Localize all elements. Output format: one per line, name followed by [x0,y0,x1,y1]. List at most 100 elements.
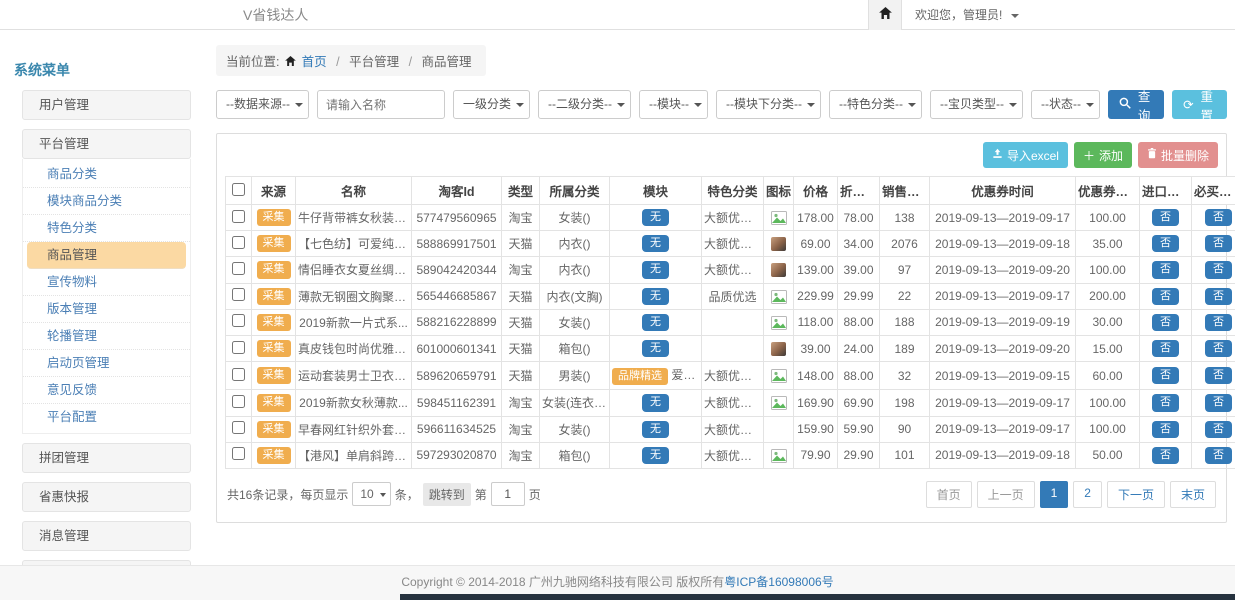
filter-bar: --数据来源-- 一级分类 --二级分类-- --模块-- --模块下分类-- … [216,90,1227,119]
row-checkbox[interactable] [232,368,245,381]
product-photo [771,342,786,356]
price: 69.00 [794,231,838,257]
table-row: 采集薄款无钢圈文胸聚拢性...565446685867天猫内衣(文胸)无品质优选… [226,283,1235,309]
sidebar-subitem-5[interactable]: 版本管理 [23,296,190,323]
product-name: 情侣睡衣女夏丝绸男士... [296,257,412,283]
home-button[interactable] [868,0,902,30]
product-photo [771,263,786,277]
row-checkbox[interactable] [232,314,245,327]
row-checkbox[interactable] [232,341,245,354]
chevron-down-icon [295,103,303,107]
import-select-toggle[interactable]: 否 [1152,314,1179,331]
row-checkbox[interactable] [232,421,245,434]
import-select-toggle[interactable]: 否 [1152,288,1179,305]
import-select-toggle[interactable]: 否 [1152,235,1179,252]
page-number-input[interactable] [491,482,525,506]
chevron-down-icon [1011,14,1019,18]
sidebar-item-platform-mgmt[interactable]: 平台管理 [22,129,191,159]
filter-select-status[interactable]: --状态-- [1031,90,1100,119]
import-select-toggle[interactable]: 否 [1152,367,1179,384]
sidebar-subitem-7[interactable]: 启动页管理 [23,350,190,377]
sidebar-subitem-2[interactable]: 特色分类 [23,215,190,242]
product-name: 2019新款女秋薄款... [296,390,412,416]
sidebar-subitem-6[interactable]: 轮播管理 [23,323,190,350]
source-badge: 采集 [257,340,291,357]
row-checkbox[interactable] [232,210,245,223]
reset-button[interactable]: ⟳ 重置 [1172,90,1227,119]
import-select-toggle[interactable]: 否 [1152,209,1179,226]
filter-select-module-subcategory[interactable]: --模块下分类-- [716,90,821,119]
must-buy-toggle[interactable]: 否 [1205,340,1232,357]
table-row: 采集2019新款女秋薄款...598451162391淘宝女装(连衣裙)无大额优… [226,390,1235,416]
page-button-2[interactable]: 1 [1040,481,1069,508]
must-buy-toggle[interactable]: 否 [1205,314,1232,331]
row-checkbox[interactable] [232,262,245,275]
breadcrumb-item[interactable]: 商品管理 [422,55,472,69]
row-checkbox[interactable] [232,288,245,301]
filter-select-data-source[interactable]: --数据来源-- [216,90,309,119]
select-all-checkbox[interactable] [232,183,245,196]
filter-select-item-type[interactable]: --宝贝类型-- [930,90,1023,119]
sidebar-subitem-0[interactable]: 商品分类 [23,161,190,188]
import-select-toggle[interactable]: 否 [1152,261,1179,278]
breadcrumb-home-link[interactable]: 首页 [302,55,327,69]
import-select-toggle[interactable]: 否 [1152,421,1179,438]
top-header: V省钱达人 欢迎您，管理员! [0,0,1235,30]
sidebar-item-bottom-0[interactable]: 拼团管理 [22,443,191,473]
must-buy-toggle[interactable]: 否 [1205,367,1232,384]
discount-price: 24.00 [838,335,880,361]
must-buy-toggle[interactable]: 否 [1205,421,1232,438]
sidebar-subitem-3[interactable]: 商品管理 [27,242,186,269]
must-buy-toggle[interactable]: 否 [1205,288,1232,305]
sidebar-subitem-4[interactable]: 宣传物料 [23,269,190,296]
must-buy-toggle[interactable]: 否 [1205,209,1232,226]
feature-category: 大额优惠券 [702,257,764,283]
page-button-4[interactable]: 下一页 [1107,481,1165,508]
import-select-toggle[interactable]: 否 [1152,394,1179,411]
chevron-down-icon [1009,103,1017,107]
row-checkbox[interactable] [232,447,245,460]
page-button-3[interactable]: 2 [1073,481,1102,508]
per-page-select[interactable]: 10 [352,482,390,506]
import-select-toggle[interactable]: 否 [1152,340,1179,357]
filter-select-level1-category[interactable]: 一级分类 [453,90,530,119]
chevron-down-icon [1086,103,1094,107]
filter-select-module[interactable]: --模块-- [639,90,708,119]
page-button-5[interactable]: 末页 [1170,481,1216,508]
page-button-0[interactable]: 首页 [926,481,972,508]
must-buy-toggle[interactable]: 否 [1205,235,1232,252]
batch-delete-button[interactable]: 批量删除 [1138,142,1218,168]
chevron-down-icon [617,103,625,107]
sidebar-item-user-mgmt[interactable]: 用户管理 [22,90,191,120]
taoke-id: 597293020870 [412,442,502,468]
jump-to-button[interactable]: 跳转到 [423,483,471,506]
page-button-1[interactable]: 上一页 [977,481,1035,508]
must-buy-toggle[interactable]: 否 [1205,394,1232,411]
row-checkbox[interactable] [232,236,245,249]
row-checkbox[interactable] [232,395,245,408]
add-button[interactable]: ＋ 添加 [1074,142,1132,168]
sidebar-subitem-1[interactable]: 模块商品分类 [23,188,190,215]
name-search-input[interactable] [317,90,445,119]
sidebar-subitem-8[interactable]: 意见反馈 [23,377,190,404]
sidebar-subitem-9[interactable]: 平台配置 [23,404,190,431]
col-header-1: 名称 [296,177,412,205]
icp-link[interactable]: 粤ICP备16098006号 [724,575,833,589]
chevron-down-icon [516,103,524,107]
col-header-9: 折后价 [838,177,880,205]
must-buy-toggle[interactable]: 否 [1205,261,1232,278]
sidebar-item-bottom-1[interactable]: 省惠快报 [22,482,191,512]
import-excel-button[interactable]: 导入excel [983,142,1068,168]
user-menu[interactable]: 欢迎您，管理员! [915,0,1019,30]
breadcrumb-item[interactable]: 平台管理 [349,55,399,69]
sidebar-item-bottom-2[interactable]: 消息管理 [22,521,191,551]
module-none-badge: 无 [642,261,669,278]
filter-select-feature-category[interactable]: --特色分类-- [829,90,922,119]
search-button[interactable]: 查询 [1108,90,1164,119]
must-buy-toggle[interactable]: 否 [1205,447,1232,464]
filter-select-level2-category[interactable]: --二级分类-- [538,90,631,119]
product-type: 天猫 [502,335,540,361]
import-select-toggle[interactable]: 否 [1152,447,1179,464]
product-image-icon [771,395,787,409]
price: 118.00 [794,309,838,335]
